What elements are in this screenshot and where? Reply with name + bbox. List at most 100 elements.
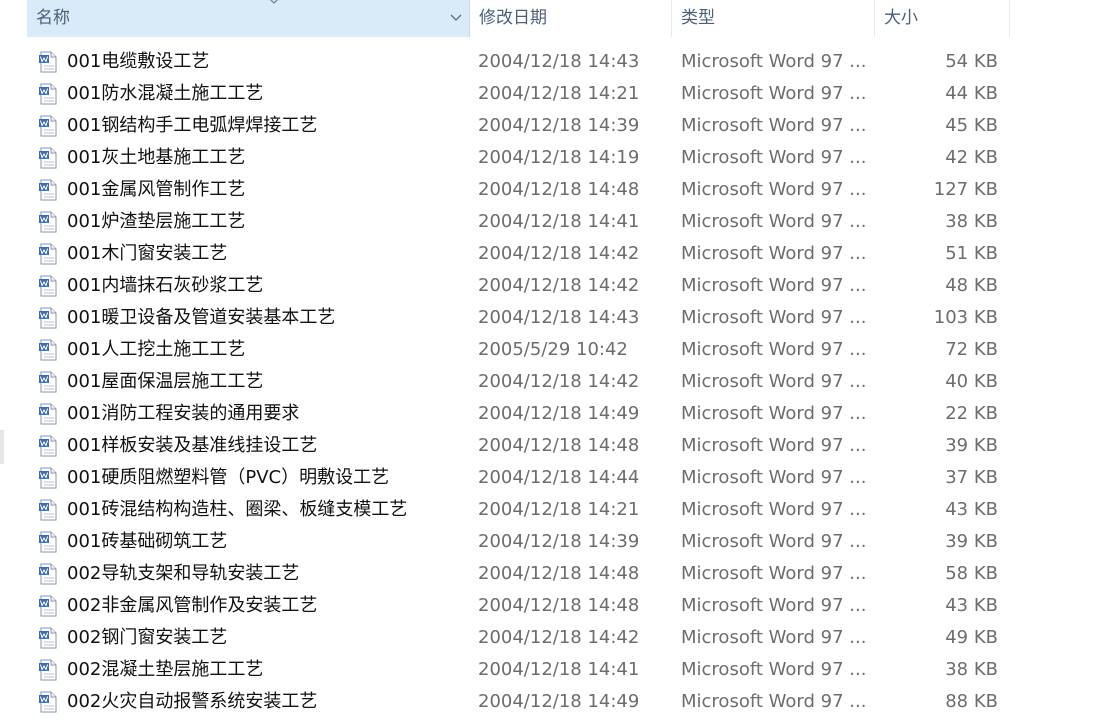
file-type: Microsoft Word 97 ... (681, 627, 867, 648)
file-size: 39 KB (945, 435, 998, 456)
word-document-icon (39, 467, 57, 489)
file-size: 88 KB (945, 691, 998, 712)
column-header-size-label: 大小 (884, 8, 918, 28)
file-row[interactable]: 001屋面保温层施工工艺 2004/12/18 14:42 Microsoft … (0, 366, 1112, 398)
file-size: 22 KB (945, 403, 998, 424)
file-type: Microsoft Word 97 ... (681, 275, 867, 296)
file-row[interactable]: 001金属风管制作工艺 2004/12/18 14:48 Microsoft W… (0, 174, 1112, 206)
file-type: Microsoft Word 97 ... (681, 659, 867, 680)
file-size: 44 KB (945, 83, 998, 104)
file-modified-date: 2004/12/18 14:41 (478, 211, 640, 232)
word-document-icon (39, 595, 57, 617)
file-name: 001内墙抹石灰砂浆工艺 (67, 275, 264, 296)
word-document-icon (39, 51, 57, 73)
file-name: 001硬质阻燃塑料管（PVC）明敷设工艺 (67, 467, 390, 488)
word-document-icon (39, 115, 57, 137)
file-name: 002混凝土垫层施工工艺 (67, 659, 264, 680)
file-name: 001防水混凝土施工工艺 (67, 83, 264, 104)
file-type: Microsoft Word 97 ... (681, 147, 867, 168)
file-type: Microsoft Word 97 ... (681, 403, 867, 424)
file-list: 001电缆敷设工艺 2004/12/18 14:43 Microsoft Wor… (0, 46, 1112, 718)
file-row[interactable]: 002火灾自动报警系统安装工艺 2004/12/18 14:49 Microso… (0, 686, 1112, 718)
file-modified-date: 2004/12/18 14:43 (478, 51, 640, 72)
word-document-icon (39, 243, 57, 265)
word-document-icon (39, 691, 57, 713)
file-row[interactable]: 002混凝土垫层施工工艺 2004/12/18 14:41 Microsoft … (0, 654, 1112, 686)
file-row[interactable]: 001砖混结构构造柱、圈梁、板缝支模工艺 2004/12/18 14:21 Mi… (0, 494, 1112, 526)
file-size: 42 KB (945, 147, 998, 168)
column-header-date[interactable]: 修改日期 (470, 0, 672, 37)
file-type: Microsoft Word 97 ... (681, 691, 867, 712)
file-size: 43 KB (945, 595, 998, 616)
file-name: 001钢结构手工电弧焊焊接工艺 (67, 115, 318, 136)
file-row[interactable]: 001灰土地基施工工艺 2004/12/18 14:19 Microsoft W… (0, 142, 1112, 174)
file-size: 38 KB (945, 659, 998, 680)
word-document-icon (39, 499, 57, 521)
file-type: Microsoft Word 97 ... (681, 499, 867, 520)
column-header-name-label: 名称 (36, 8, 70, 28)
file-row[interactable]: 001电缆敷设工艺 2004/12/18 14:43 Microsoft Wor… (0, 46, 1112, 78)
file-modified-date: 2004/12/18 14:42 (478, 243, 640, 264)
file-modified-date: 2004/12/18 14:42 (478, 275, 640, 296)
word-document-icon (39, 435, 57, 457)
file-type: Microsoft Word 97 ... (681, 51, 867, 72)
file-row[interactable]: 001炉渣垫层施工工艺 2004/12/18 14:41 Microsoft W… (0, 206, 1112, 238)
file-name: 001砖混结构构造柱、圈梁、板缝支模工艺 (67, 499, 408, 520)
column-header-size[interactable]: 大小 (875, 0, 1010, 37)
file-modified-date: 2004/12/18 14:49 (478, 403, 640, 424)
file-type: Microsoft Word 97 ... (681, 243, 867, 264)
file-row[interactable]: 001防水混凝土施工工艺 2004/12/18 14:21 Microsoft … (0, 78, 1112, 110)
file-size: 49 KB (945, 627, 998, 648)
file-row[interactable]: 001暖卫设备及管道安装基本工艺 2004/12/18 14:43 Micros… (0, 302, 1112, 334)
word-document-icon (39, 275, 57, 297)
file-name: 001屋面保温层施工工艺 (67, 371, 264, 392)
file-modified-date: 2004/12/18 14:39 (478, 531, 640, 552)
word-document-icon (39, 371, 57, 393)
file-name: 001消防工程安装的通用要求 (67, 403, 300, 424)
file-row[interactable]: 001钢结构手工电弧焊焊接工艺 2004/12/18 14:39 Microso… (0, 110, 1112, 142)
file-row[interactable]: 001内墙抹石灰砂浆工艺 2004/12/18 14:42 Microsoft … (0, 270, 1112, 302)
file-modified-date: 2004/12/18 14:42 (478, 627, 640, 648)
file-type: Microsoft Word 97 ... (681, 467, 867, 488)
column-header-name[interactable]: 名称 (27, 0, 470, 37)
file-type: Microsoft Word 97 ... (681, 83, 867, 104)
file-row[interactable]: 001人工挖土施工工艺 2005/5/29 10:42 Microsoft Wo… (0, 334, 1112, 366)
file-size: 43 KB (945, 499, 998, 520)
file-name: 001电缆敷设工艺 (67, 51, 210, 72)
file-name: 001木门窗安装工艺 (67, 243, 228, 264)
file-row[interactable]: 001木门窗安装工艺 2004/12/18 14:42 Microsoft Wo… (0, 238, 1112, 270)
word-document-icon (39, 403, 57, 425)
file-name: 002导轨支架和导轨安装工艺 (67, 563, 300, 584)
file-row[interactable]: 002钢门窗安装工艺 2004/12/18 14:42 Microsoft Wo… (0, 622, 1112, 654)
word-document-icon (39, 179, 57, 201)
file-size: 37 KB (945, 467, 998, 488)
file-size: 48 KB (945, 275, 998, 296)
file-size: 58 KB (945, 563, 998, 584)
file-row[interactable]: 001样板安装及基准线挂设工艺 2004/12/18 14:48 Microso… (0, 430, 1112, 462)
file-modified-date: 2004/12/18 14:48 (478, 563, 640, 584)
file-row[interactable]: 002非金属风管制作及安装工艺 2004/12/18 14:48 Microso… (0, 590, 1112, 622)
file-modified-date: 2004/12/18 14:19 (478, 147, 640, 168)
column-header-type-label: 类型 (681, 8, 715, 28)
file-size: 103 KB (933, 307, 998, 328)
file-name: 001暖卫设备及管道安装基本工艺 (67, 307, 336, 328)
file-name: 001金属风管制作工艺 (67, 179, 246, 200)
word-document-icon (39, 563, 57, 585)
file-explorer-details-view: 名称 修改日期 类型 大小 001电缆敷设工艺 2004/12/18 14:43… (0, 0, 1112, 725)
column-header-type[interactable]: 类型 (672, 0, 875, 37)
file-row[interactable]: 001硬质阻燃塑料管（PVC）明敷设工艺 2004/12/18 14:44 Mi… (0, 462, 1112, 494)
file-type: Microsoft Word 97 ... (681, 179, 867, 200)
file-type: Microsoft Word 97 ... (681, 307, 867, 328)
file-size: 39 KB (945, 531, 998, 552)
file-modified-date: 2004/12/18 14:21 (478, 83, 640, 104)
file-row[interactable]: 002导轨支架和导轨安装工艺 2004/12/18 14:48 Microsof… (0, 558, 1112, 590)
file-modified-date: 2004/12/18 14:48 (478, 435, 640, 456)
file-row[interactable]: 001砖基础砌筑工艺 2004/12/18 14:39 Microsoft Wo… (0, 526, 1112, 558)
file-size: 127 KB (933, 179, 998, 200)
file-size: 45 KB (945, 115, 998, 136)
chevron-down-icon[interactable] (449, 12, 463, 22)
file-row[interactable]: 001消防工程安装的通用要求 2004/12/18 14:49 Microsof… (0, 398, 1112, 430)
word-document-icon (39, 211, 57, 233)
column-header-bar: 名称 修改日期 类型 大小 (0, 0, 1112, 37)
word-document-icon (39, 339, 57, 361)
